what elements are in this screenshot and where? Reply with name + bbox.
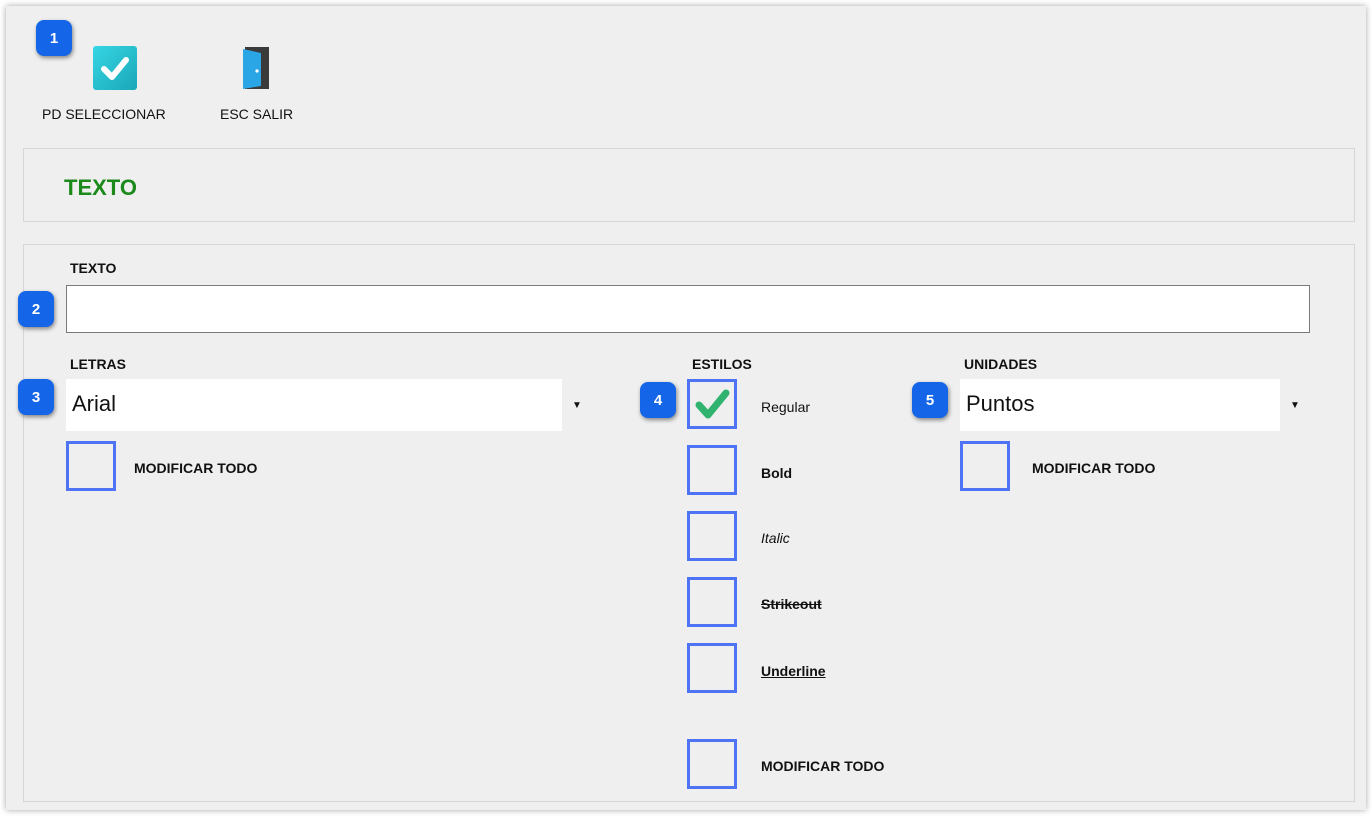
letras-label: LETRAS xyxy=(70,356,126,372)
unidades-modify-all-label: MODIFICAR TODO xyxy=(1032,460,1156,476)
exit-label: ESC SALIR xyxy=(220,106,294,122)
badge-3: 3 xyxy=(18,379,54,415)
select-button[interactable]: PD SELECCIONAR xyxy=(42,44,202,124)
style-italic-label: Italic xyxy=(761,530,790,546)
triangle-down-icon[interactable]: ▼ xyxy=(562,379,592,431)
check-icon xyxy=(93,46,137,90)
letras-modify-all-checkbox[interactable] xyxy=(66,441,116,491)
texto-label: TEXTO xyxy=(70,260,117,276)
estilos-modify-all-label: MODIFICAR TODO xyxy=(761,758,885,774)
select-label: PD SELECCIONAR xyxy=(42,106,166,122)
style-bold-label: Bold xyxy=(761,465,793,481)
estilos-modify-all-checkbox[interactable] xyxy=(687,739,737,789)
door-icon xyxy=(239,46,273,90)
check-icon xyxy=(695,389,730,419)
badge-2: 2 xyxy=(18,291,54,327)
triangle-down-icon[interactable]: ▼ xyxy=(1280,379,1310,431)
page-title: TEXTO xyxy=(64,175,137,200)
unidades-value: Puntos xyxy=(966,391,1035,416)
unidades-label: UNIDADES xyxy=(964,356,1038,372)
unidades-modify-all-checkbox[interactable] xyxy=(960,441,1010,491)
style-strikeout-label: Strikeout xyxy=(761,596,822,612)
form-panel: TEXTO 2 LETRAS Arial ▼ 3 MODIFICAR TODO … xyxy=(18,244,1355,802)
badge-5: 5 xyxy=(912,382,948,418)
window: PD SELECCIONAR ESC SALIR 1 TEXTO TEXTO 2… xyxy=(6,6,1366,810)
style-italic-checkbox[interactable] xyxy=(687,511,737,561)
title-panel: TEXTO xyxy=(23,148,1355,222)
texto-input[interactable] xyxy=(66,285,1310,333)
badge-1: 1 xyxy=(36,20,72,56)
estilos-label: ESTILOS xyxy=(692,356,752,372)
style-strikeout-checkbox[interactable] xyxy=(687,577,737,627)
style-bold-checkbox[interactable] xyxy=(687,445,737,495)
letras-value: Arial xyxy=(72,391,117,416)
style-underline-label: Underline xyxy=(761,663,826,679)
style-regular-checkbox[interactable] xyxy=(687,379,737,429)
letras-modify-all-label: MODIFICAR TODO xyxy=(134,460,258,476)
style-underline-checkbox[interactable] xyxy=(687,643,737,693)
exit-button[interactable]: ESC SALIR xyxy=(210,44,310,124)
unidades-select[interactable]: Puntos ▼ xyxy=(960,379,1310,431)
badge-4: 4 xyxy=(640,382,676,418)
style-regular-label: Regular xyxy=(761,399,811,415)
letras-select[interactable]: Arial ▼ xyxy=(66,379,592,431)
